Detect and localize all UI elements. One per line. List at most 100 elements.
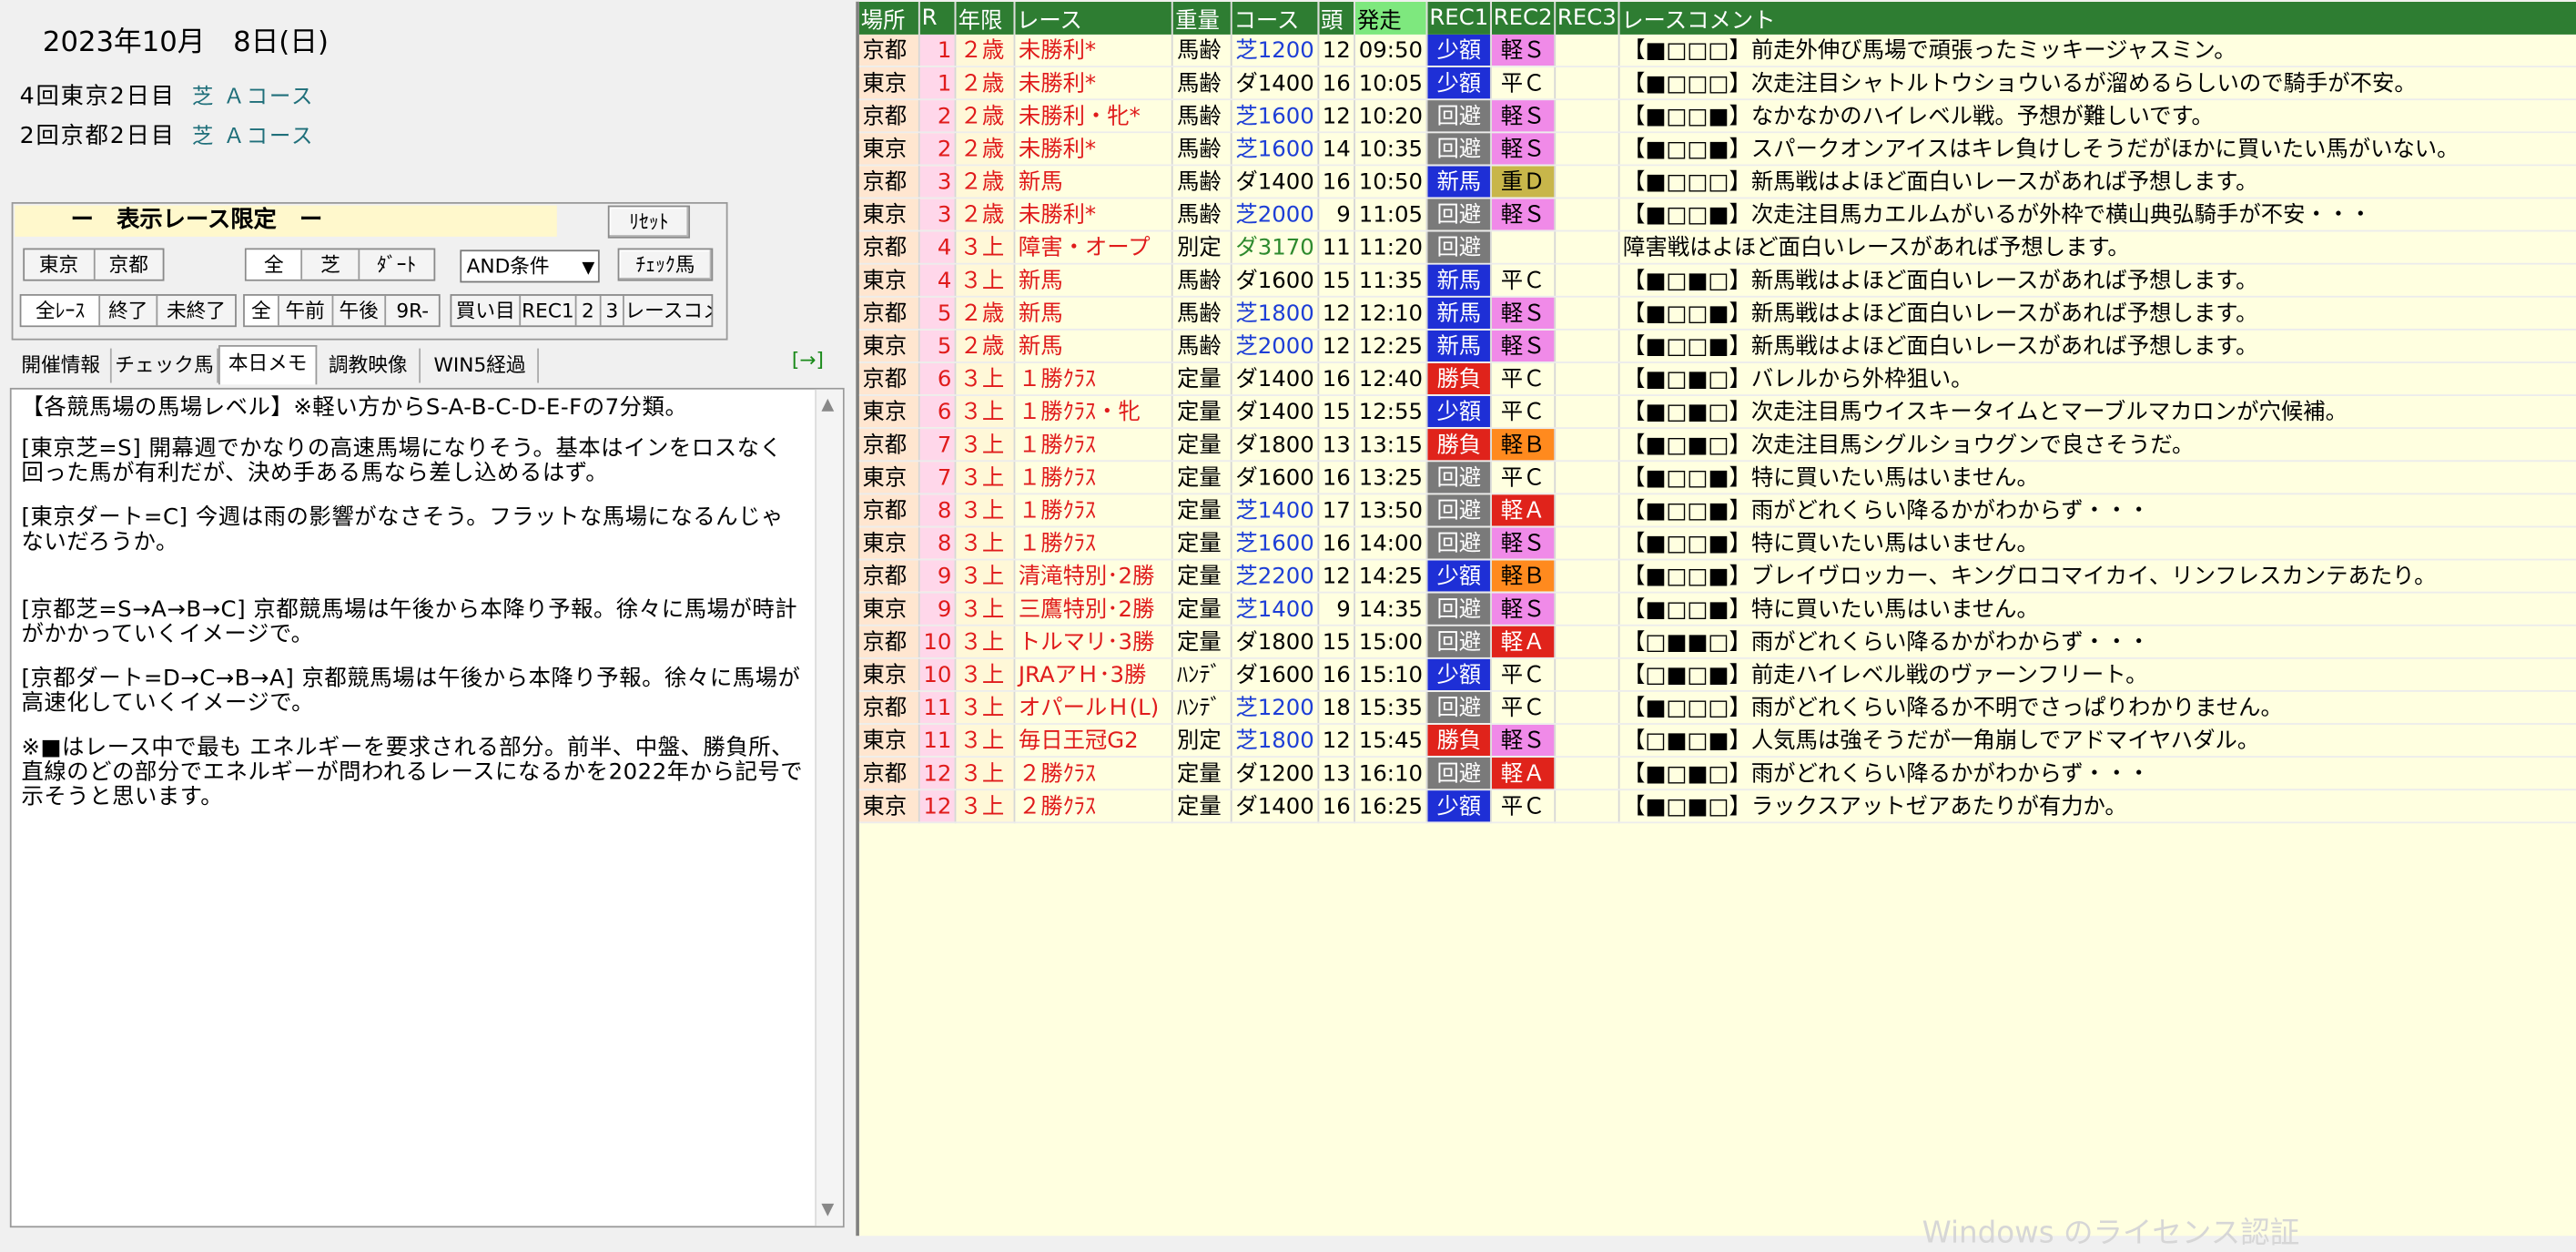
filter-time-all-button[interactable]: 全 [244, 295, 279, 326]
filter-finished-button[interactable]: 終了 [101, 295, 157, 326]
weight-cell: 定量 [1172, 757, 1232, 791]
column-header[interactable]: R [918, 1, 957, 35]
place-cell: 東京 [858, 66, 920, 101]
rec3-cell [1555, 428, 1620, 463]
column-header[interactable]: 重量 [1172, 1, 1232, 35]
filter-unfinished-button[interactable]: 未終了 [157, 296, 235, 325]
scroll-down-icon[interactable]: ▼ [821, 1201, 834, 1219]
rec3-button[interactable]: 3 [601, 295, 625, 326]
column-header[interactable]: 頭 [1318, 1, 1356, 35]
rec2-cell: 軽Ａ [1490, 757, 1557, 791]
column-header[interactable]: REC1 [1426, 1, 1492, 35]
rec2-cell: 軽Ｓ [1490, 198, 1557, 232]
filter-dirt-button[interactable]: ﾀﾞｰﾄ [360, 249, 434, 279]
post-time-cell: 16:10 [1354, 757, 1428, 791]
field-size-cell: 12 [1318, 559, 1356, 594]
time-filter-group: 全 午前 午後 9R- [243, 294, 441, 328]
chevron-down-icon: ▼ [582, 260, 595, 279]
weight-cell: 馬齢 [1172, 132, 1232, 167]
table-row[interactable]: 京都 3 ２歳 新馬 馬齢 ダ1400 16 10:50 新馬 重Ｄ 【■□□□】新馬戦はよほど面白… [858, 165, 2576, 199]
table-row[interactable]: 東京 2 ２歳 未勝利* 馬齢 芝1600 14 10:35 回避 軽Ｓ 【■□□■】スパークオンア… [858, 132, 2576, 167]
check-horse-button[interactable]: ﾁｪｯｸ馬 [617, 248, 714, 281]
rec2-button[interactable]: 2 [577, 295, 602, 326]
rec3-cell [1555, 559, 1620, 594]
reset-button[interactable]: ﾘｾｯﾄ [607, 205, 691, 239]
table-row[interactable]: 東京 12 ３上 ２勝ｸﾗｽ 定量 ダ1400 16 16:25 少額 平Ｃ 【■□■□】ラックスア… [858, 789, 2576, 824]
place-cell: 東京 [858, 789, 920, 824]
filter-surface-all-button[interactable]: 全 [246, 249, 303, 280]
table-row[interactable]: 京都 11 ３上 オパールＨ(L) ﾊﾝﾃﾞ 芝1200 18 15:35 回避 平Ｃ 【■□□□】… [858, 690, 2576, 725]
column-header[interactable]: REC3 [1555, 1, 1620, 35]
table-row[interactable]: 東京 11 ３上 毎日王冠G2 別定 芝1800 12 15:45 勝負 軽Ｓ 【□■□■】人気馬は… [858, 724, 2576, 758]
tab-meeting-info[interactable]: 開催情報 [12, 348, 112, 383]
race-filter-panel: ー 表示レース限定 ー ﾘｾｯﾄ 東京 京都 全 芝 ﾀﾞｰﾄ AND条件 ▼ … [11, 201, 728, 341]
race-comment-cell: 【■□□□】前走外伸び馬場で頑張ったミッキージャスミン。 [1618, 34, 2576, 67]
rec1-cell: 勝負 [1426, 724, 1492, 758]
table-row[interactable]: 京都 6 ３上 １勝ｸﾗｽ 定量 ダ1400 16 12:40 勝負 平Ｃ 【■□■□】バレルから外… [858, 361, 2576, 396]
age-cell: ３上 [955, 428, 1016, 463]
table-row[interactable]: 東京 7 ３上 １勝ｸﾗｽ 定量 ダ1600 16 13:25 回避 平Ｃ 【■□□■】特に買いたい… [858, 461, 2576, 495]
race-name-cell: 未勝利・牝* [1014, 99, 1174, 134]
rec1-cell: 少額 [1426, 34, 1492, 67]
place-cell: 京都 [858, 625, 920, 659]
table-row[interactable]: 東京 3 ２歳 未勝利* 馬齢 芝2000 9 11:05 回避 軽Ｓ 【■□□■】次走注目馬カエル… [858, 198, 2576, 232]
table-row[interactable]: 京都 12 ３上 ２勝ｸﾗｽ 定量 ダ1200 13 16:10 回避 軽Ａ 【■□■□】雨がどれく… [858, 757, 2576, 791]
tab-win5-progress[interactable]: WIN5経過 [422, 348, 539, 383]
race-name-cell: JRAアＨ･3勝 [1014, 657, 1174, 692]
table-row[interactable]: 東京 6 ３上 １勝ｸﾗｽ・牝 定量 ダ1400 15 12:55 少額 平Ｃ 【■□■□】次走注目… [858, 395, 2576, 430]
condition-select[interactable]: AND条件 ▼ [460, 249, 600, 283]
filter-morning-button[interactable]: 午前 [279, 295, 333, 326]
rec1-button[interactable]: REC1 [521, 295, 577, 326]
race-comment-cell: 【■□□■】新馬戦はよほど面白いレースがあれば予想します。 [1618, 329, 2576, 363]
age-cell: ３上 [955, 592, 1016, 626]
filter-after-9r-button[interactable]: 9R- [387, 296, 439, 325]
table-row[interactable]: 東京 5 ２歳 新馬 馬齢 芝2000 12 12:25 新馬 軽Ｓ 【■□□■】新馬戦はよほど面白… [858, 329, 2576, 363]
age-cell: ３上 [955, 361, 1016, 396]
table-row[interactable]: 京都 5 ２歳 新馬 馬齢 芝1800 12 12:10 新馬 軽Ｓ 【■□□■】新馬戦はよほど面白… [858, 296, 2576, 331]
buy-button[interactable]: 買い目 [451, 295, 522, 326]
age-cell: ３上 [955, 757, 1016, 791]
column-header[interactable]: レースコメント [1618, 1, 2576, 35]
table-row[interactable]: 東京 4 ３上 新馬 馬齢 ダ1600 15 11:35 新馬 平Ｃ 【■□■□】新馬戦はよほど面白… [858, 263, 2576, 298]
table-row[interactable]: 東京 1 ２歳 未勝利* 馬齢 ダ1400 16 10:05 少額 平Ｃ 【■□□□】次走注目シャト… [858, 66, 2576, 101]
table-row[interactable]: 京都 8 ３上 １勝ｸﾗｽ 定量 芝1400 17 13:50 回避 軽Ａ 【■□□■】雨がどれくら… [858, 494, 2576, 528]
filter-afternoon-button[interactable]: 午後 [333, 295, 387, 326]
expand-arrow-icon[interactable]: [→] [792, 349, 824, 372]
table-row[interactable]: 東京 10 ３上 JRAアＨ･3勝 ﾊﾝﾃﾞ ダ1600 16 15:10 少額 平Ｃ 【□■□■】… [858, 657, 2576, 692]
table-row[interactable]: 京都 9 ３上 清滝特別･2勝 定量 芝2200 12 14:25 少額 軽Ｂ 【■□□■】ブレイヴ… [858, 559, 2576, 594]
table-row[interactable]: 京都 1 ２歳 未勝利* 馬齢 芝1200 12 09:50 少額 軽Ｓ 【■□□□】前走外伸び馬場… [858, 34, 2576, 67]
rec3-cell [1555, 494, 1620, 528]
rec2-cell: 平Ｃ [1490, 66, 1557, 101]
field-size-cell: 12 [1318, 329, 1356, 363]
memo-scrollbar[interactable]: ▲ ▼ [815, 389, 843, 1227]
rec1-cell: 回避 [1426, 132, 1492, 167]
tab-today-memo[interactable]: 本日メモ [218, 345, 318, 385]
column-header[interactable]: 発走 [1354, 1, 1428, 35]
column-header[interactable]: 場所 [858, 1, 920, 35]
table-row[interactable]: 京都 4 ３上 障害・オープ 別定 ダ3170 11 11:20 回避 障害戦はよほど面白いレース… [858, 230, 2576, 265]
post-time-cell: 15:10 [1354, 657, 1428, 692]
column-header[interactable]: 年限 [955, 1, 1016, 35]
filter-tokyo-button[interactable]: 東京 [25, 249, 95, 280]
filter-turf-button[interactable]: 芝 [303, 249, 360, 280]
tab-check-horse[interactable]: チェック馬 [112, 348, 219, 383]
filter-all-races-button[interactable]: 全ﾚｰｽ [21, 295, 101, 326]
post-time-cell: 10:50 [1354, 165, 1428, 199]
tab-training-video[interactable]: 調教映像 [317, 348, 421, 383]
race-comment-button[interactable]: レースコメ [624, 296, 711, 325]
memo-textarea[interactable]: 【各競馬場の馬場レベル】※軽い方からS-A-B-C-D-E-Fの7分類。 [東京… [9, 387, 845, 1228]
weight-cell: 定量 [1172, 526, 1232, 561]
course-cell: 芝1600 [1231, 99, 1320, 134]
table-row[interactable]: 京都 10 ３上 トルマリ･3勝 定量 ダ1800 15 15:00 回避 軽Ａ 【□■■□】雨がど… [858, 625, 2576, 659]
race-table: 場所 R 年限 レース 重量 コース頭発走 REC1 REC2 REC3 レースコメント 京都 1 ２… [858, 1, 2576, 824]
course-cell: 芝1800 [1231, 724, 1320, 758]
scroll-up-icon[interactable]: ▲ [821, 396, 834, 414]
table-row[interactable]: 京都 2 ２歳 未勝利・牝* 馬齢 芝1600 12 10:20 回避 軽Ｓ 【■□□■】なかなかの… [858, 99, 2576, 134]
table-row[interactable]: 京都 7 ３上 １勝ｸﾗｽ 定量 ダ1800 13 13:15 勝負 軽Ｂ 【■□■□】次走注目馬シ… [858, 428, 2576, 463]
column-header[interactable]: REC2 [1490, 1, 1557, 35]
column-header[interactable]: レース [1014, 1, 1174, 35]
column-header[interactable]: コース [1231, 1, 1320, 35]
table-row[interactable]: 東京 9 ３上 三鷹特別･2勝 定量 芝1400 9 14:35 回避 軽Ｓ 【■□□■】特に買いた… [858, 592, 2576, 626]
table-row[interactable]: 東京 8 ３上 １勝ｸﾗｽ 定量 芝1600 16 14:00 回避 軽Ｓ 【■□□■】特に買いたい… [858, 526, 2576, 561]
filter-kyoto-button[interactable]: 京都 [95, 249, 163, 279]
